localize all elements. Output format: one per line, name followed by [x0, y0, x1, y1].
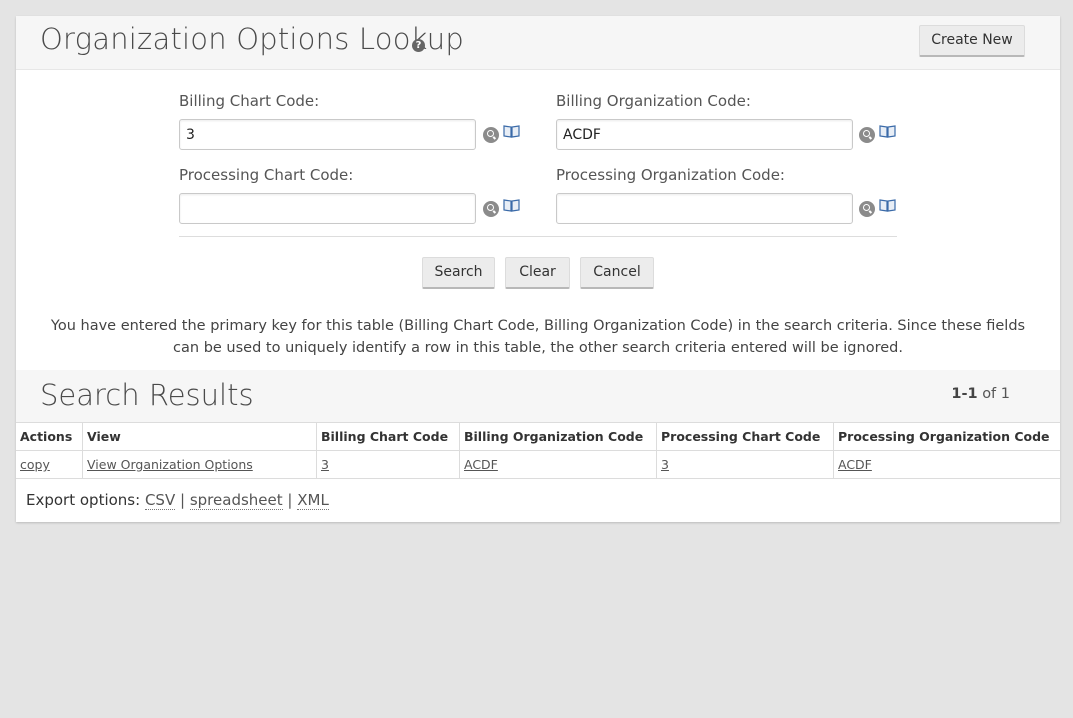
- pager-range: 1-1: [951, 386, 978, 402]
- export-options: Export options: CSV | spreadsheet | XML: [26, 491, 329, 510]
- billing-org-book-icon[interactable]: [879, 125, 896, 138]
- billing-chart-lookup-icon[interactable]: [483, 127, 499, 143]
- results-table: Actions View Billing Chart Code Billing …: [16, 422, 1060, 479]
- search-button[interactable]: Search: [422, 257, 495, 289]
- create-new-button[interactable]: Create New: [919, 25, 1025, 57]
- processing-org-book-icon[interactable]: [879, 199, 896, 212]
- processing-org-code-label: Processing Organization Code:: [556, 166, 785, 184]
- billing-chart-code-label: Billing Chart Code:: [179, 92, 320, 110]
- table-cell: 3: [656, 450, 834, 479]
- clear-button[interactable]: Clear: [505, 257, 570, 289]
- export-xml-link[interactable]: XML: [297, 491, 329, 510]
- column-header: View: [82, 422, 317, 451]
- copy-link[interactable]: copy: [20, 457, 50, 472]
- billing-chart-code-input[interactable]: [179, 119, 476, 150]
- export-spreadsheet-link[interactable]: spreadsheet: [189, 491, 283, 510]
- table-cell: View Organization Options: [82, 450, 317, 479]
- billing-org-lookup-icon[interactable]: [859, 127, 875, 143]
- column-header: Processing Organization Code: [833, 422, 1060, 451]
- cancel-button[interactable]: Cancel: [580, 257, 654, 289]
- column-header: Processing Chart Code: [656, 422, 834, 451]
- export-separator: |: [180, 491, 186, 509]
- table-cell: copy: [16, 450, 83, 479]
- results-title: Search Results: [40, 378, 254, 412]
- table-cell: ACDF: [833, 450, 1060, 479]
- page-title: Organization Options Lookup: [40, 22, 464, 56]
- form-divider: [179, 236, 897, 237]
- column-header: Billing Organization Code: [459, 422, 657, 451]
- export-separator: |: [287, 491, 293, 509]
- help-icon[interactable]: ?: [412, 39, 425, 52]
- column-header: Billing Chart Code: [316, 422, 460, 451]
- billing-chart-code-link[interactable]: 3: [321, 457, 329, 472]
- billing-org-code-link[interactable]: ACDF: [464, 457, 498, 472]
- view-organization-options-link[interactable]: View Organization Options: [87, 457, 253, 472]
- export-csv-link[interactable]: CSV: [144, 491, 176, 510]
- table-row: copy View Organization Options 3 ACDF 3 …: [16, 450, 1060, 479]
- table-cell: 3: [316, 450, 460, 479]
- column-header: Actions: [16, 422, 83, 451]
- processing-org-code-link[interactable]: ACDF: [838, 457, 872, 472]
- results-header: Search Results 1-1 of 1: [16, 370, 1060, 423]
- billing-org-code-label: Billing Organization Code:: [556, 92, 751, 110]
- processing-chart-code-label: Processing Chart Code:: [179, 166, 354, 184]
- billing-chart-book-icon[interactable]: [503, 125, 520, 138]
- lookup-panel: Organization Options Lookup ? Create New…: [16, 16, 1060, 522]
- billing-org-code-input[interactable]: [556, 119, 853, 150]
- info-message: You have entered the primary key for thi…: [50, 318, 1026, 356]
- processing-chart-lookup-icon[interactable]: [483, 201, 499, 217]
- processing-chart-code-input[interactable]: [179, 193, 476, 224]
- processing-org-lookup-icon[interactable]: [859, 201, 875, 217]
- table-header-row: Actions View Billing Chart Code Billing …: [16, 422, 1060, 451]
- pager-total: of 1: [982, 386, 1010, 402]
- processing-chart-code-link[interactable]: 3: [661, 457, 669, 472]
- export-label: Export options:: [26, 491, 141, 509]
- processing-org-code-input[interactable]: [556, 193, 853, 224]
- results-pager: 1-1 of 1: [951, 386, 1010, 402]
- processing-chart-book-icon[interactable]: [503, 199, 520, 212]
- table-cell: ACDF: [459, 450, 657, 479]
- page-header: Organization Options Lookup ? Create New: [16, 16, 1060, 70]
